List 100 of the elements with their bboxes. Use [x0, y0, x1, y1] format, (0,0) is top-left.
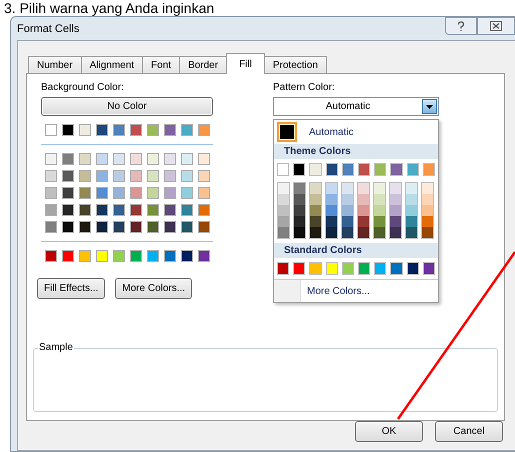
- color-swatch[interactable]: [113, 250, 125, 262]
- color-swatch[interactable]: [113, 187, 125, 199]
- color-swatch[interactable]: [390, 205, 401, 216]
- color-swatch[interactable]: [79, 221, 91, 233]
- color-swatch[interactable]: [342, 227, 353, 238]
- color-swatch[interactable]: [62, 153, 74, 165]
- color-swatch[interactable]: [406, 163, 419, 176]
- color-swatch[interactable]: [310, 183, 321, 194]
- color-swatch[interactable]: [198, 124, 210, 136]
- tab[interactable]: Protection: [264, 56, 327, 73]
- color-swatch[interactable]: [96, 250, 108, 262]
- color-swatch[interactable]: [294, 183, 305, 194]
- help-button[interactable]: [445, 17, 477, 35]
- color-swatch[interactable]: [422, 205, 433, 216]
- action-button[interactable]: Fill Effects...: [37, 278, 106, 299]
- dialog-button[interactable]: Cancel: [435, 421, 503, 442]
- color-swatch[interactable]: [422, 216, 433, 227]
- color-swatch[interactable]: [277, 163, 290, 176]
- color-swatch[interactable]: [147, 187, 159, 199]
- color-swatch[interactable]: [326, 216, 337, 227]
- color-swatch[interactable]: [326, 262, 338, 275]
- color-swatch[interactable]: [130, 204, 142, 216]
- color-swatch[interactable]: [278, 227, 289, 238]
- color-swatch[interactable]: [422, 163, 436, 176]
- color-swatch[interactable]: [422, 194, 433, 205]
- color-swatch[interactable]: [326, 205, 337, 216]
- color-swatch[interactable]: [113, 124, 125, 136]
- color-swatch[interactable]: [113, 170, 125, 182]
- color-swatch[interactable]: [358, 216, 369, 227]
- tab[interactable]: Border: [179, 56, 228, 73]
- color-swatch[interactable]: [79, 170, 91, 182]
- color-swatch[interactable]: [294, 216, 305, 227]
- color-swatch[interactable]: [342, 163, 354, 176]
- color-swatch[interactable]: [198, 250, 210, 262]
- color-swatch[interactable]: [309, 262, 322, 275]
- color-swatch[interactable]: [309, 163, 322, 176]
- color-swatch[interactable]: [342, 183, 353, 194]
- color-swatch[interactable]: [164, 187, 176, 199]
- color-swatch[interactable]: [96, 124, 108, 136]
- color-swatch[interactable]: [422, 227, 433, 238]
- color-swatch[interactable]: [130, 221, 142, 233]
- color-swatch[interactable]: [326, 163, 338, 176]
- color-swatch[interactable]: [342, 262, 354, 275]
- color-swatch[interactable]: [294, 194, 305, 205]
- color-swatch[interactable]: [79, 124, 91, 136]
- color-swatch[interactable]: [45, 221, 57, 233]
- color-swatch[interactable]: [164, 250, 176, 262]
- color-swatch[interactable]: [406, 227, 417, 238]
- color-swatch[interactable]: [342, 216, 353, 227]
- automatic-option[interactable]: Automatic: [309, 126, 354, 138]
- color-swatch[interactable]: [326, 227, 337, 238]
- color-swatch[interactable]: [96, 153, 108, 165]
- color-swatch[interactable]: [358, 227, 369, 238]
- color-swatch[interactable]: [164, 204, 176, 216]
- color-swatch[interactable]: [45, 204, 57, 216]
- color-swatch[interactable]: [342, 205, 353, 216]
- color-swatch[interactable]: [310, 227, 321, 238]
- color-swatch[interactable]: [164, 153, 176, 165]
- color-swatch[interactable]: [130, 250, 142, 262]
- color-swatch[interactable]: [164, 124, 176, 136]
- color-swatch[interactable]: [45, 250, 57, 262]
- color-swatch[interactable]: [45, 153, 57, 165]
- color-swatch[interactable]: [79, 204, 91, 216]
- color-swatch[interactable]: [374, 205, 385, 216]
- color-swatch[interactable]: [422, 262, 436, 275]
- color-swatch[interactable]: [79, 153, 91, 165]
- color-swatch[interactable]: [374, 163, 386, 176]
- color-swatch[interactable]: [62, 170, 74, 182]
- color-swatch[interactable]: [374, 183, 385, 194]
- color-swatch[interactable]: [278, 183, 289, 194]
- color-swatch[interactable]: [278, 194, 289, 205]
- color-swatch[interactable]: [45, 124, 57, 136]
- color-swatch[interactable]: [113, 204, 125, 216]
- color-swatch[interactable]: [374, 262, 386, 275]
- color-swatch[interactable]: [374, 194, 385, 205]
- color-swatch[interactable]: [278, 216, 289, 227]
- color-swatch[interactable]: [358, 163, 370, 176]
- color-swatch[interactable]: [130, 187, 142, 199]
- color-swatch[interactable]: [113, 221, 125, 233]
- color-swatch[interactable]: [198, 187, 210, 199]
- color-swatch[interactable]: [326, 183, 337, 194]
- pattern-color-dropdown[interactable]: Automatic: [273, 97, 439, 116]
- color-swatch[interactable]: [45, 170, 57, 182]
- color-swatch[interactable]: [278, 205, 289, 216]
- color-swatch[interactable]: [406, 183, 417, 194]
- tab[interactable]: Fill: [226, 53, 265, 74]
- tab[interactable]: Alignment: [80, 56, 144, 73]
- color-swatch[interactable]: [147, 124, 159, 136]
- color-swatch[interactable]: [96, 187, 108, 199]
- color-swatch[interactable]: [147, 153, 159, 165]
- color-swatch[interactable]: [130, 124, 142, 136]
- color-swatch[interactable]: [181, 250, 193, 262]
- more-colors-option[interactable]: More Colors...: [301, 286, 370, 296]
- color-swatch[interactable]: [198, 170, 210, 182]
- color-swatch[interactable]: [62, 250, 74, 262]
- color-swatch[interactable]: [310, 194, 321, 205]
- color-swatch[interactable]: [293, 163, 306, 176]
- color-swatch[interactable]: [358, 194, 369, 205]
- color-swatch[interactable]: [374, 216, 385, 227]
- color-swatch[interactable]: [79, 250, 91, 262]
